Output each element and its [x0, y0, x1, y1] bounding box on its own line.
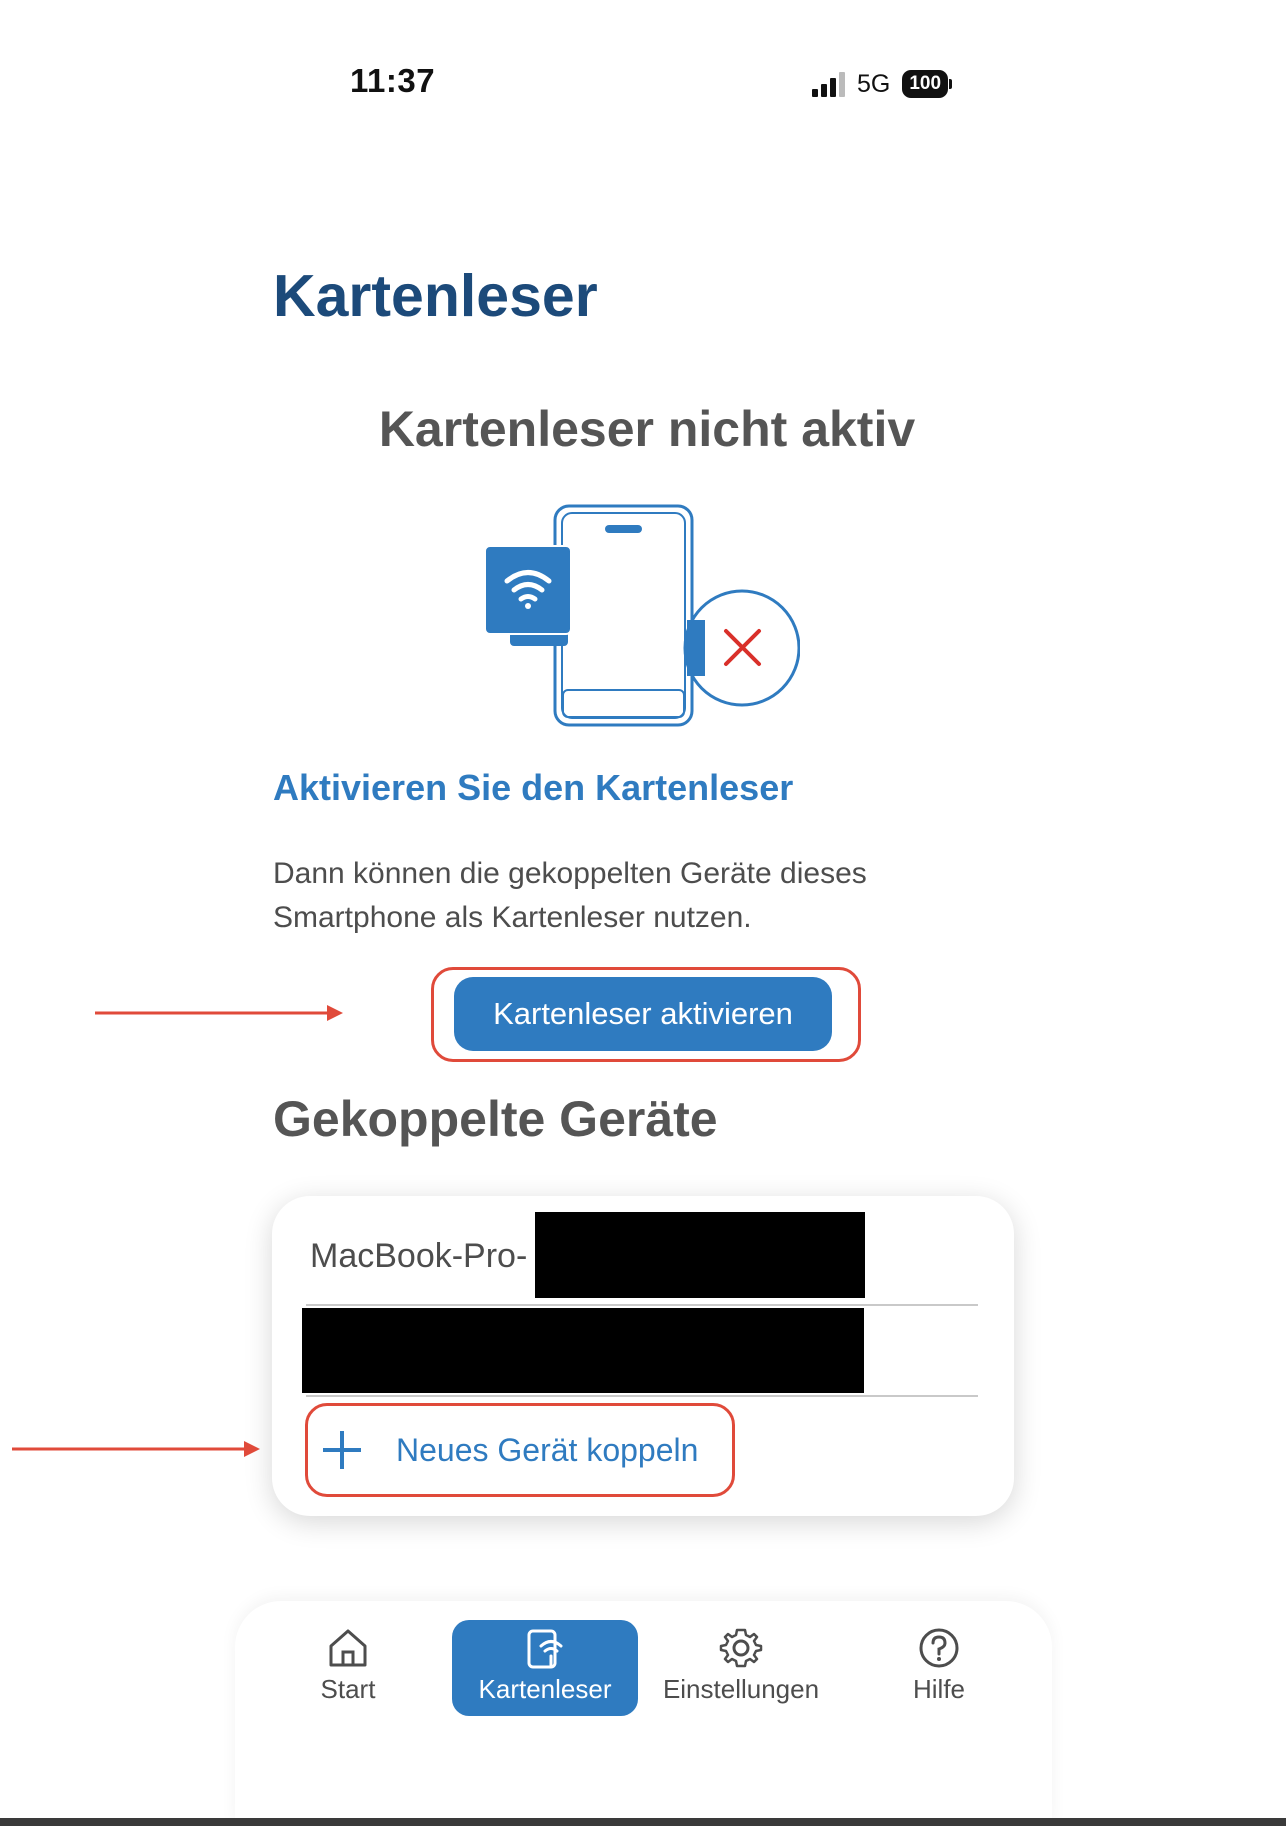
status-time: 11:37 [350, 62, 436, 99]
battery-level: 100 [902, 70, 949, 98]
network-type: 5G [857, 69, 891, 98]
signal-icon [812, 71, 845, 97]
plus-icon [323, 1431, 361, 1469]
tab-start[interactable]: Start [253, 1620, 443, 1716]
bottom-edge [0, 1818, 1286, 1826]
annotation-arrow [95, 1001, 345, 1030]
pair-new-device-button[interactable]: Neues Gerät koppeln [320, 1422, 698, 1478]
device-item[interactable]: MacBook-Pro- [310, 1237, 527, 1276]
help-icon [919, 1628, 959, 1668]
phone-nfc-card-icon [484, 504, 801, 727]
tab-hilfe[interactable]: Hilfe [844, 1620, 1034, 1716]
annotation-arrow [12, 1437, 262, 1466]
divider [306, 1395, 978, 1397]
home-icon [329, 1629, 367, 1667]
redaction-block [535, 1212, 865, 1298]
gear-icon [719, 1628, 763, 1668]
activate-heading: Aktivieren Sie den Kartenleser [273, 767, 794, 808]
divider [306, 1304, 978, 1306]
card-reader-inactive-illustration [480, 500, 801, 735]
tab-kartenleser[interactable]: Kartenleser [452, 1620, 638, 1716]
activate-description: Dann können die gekoppelten Geräte diese… [273, 857, 867, 934]
tab-label: Kartenleser [478, 1674, 612, 1704]
pair-new-device-label: Neues Gerät koppeln [396, 1431, 699, 1468]
card-reader-icon [527, 1629, 563, 1669]
status-indicators: 5G 100 [812, 68, 953, 100]
reader-state-title-text: Kartenleser nicht aktiv [378, 401, 916, 457]
tab-einstellungen[interactable]: Einstellungen [646, 1620, 836, 1716]
reader-state-title: Kartenleser nicht aktiv [0, 400, 1286, 458]
paired-devices-title: Gekoppelte Geräte [273, 1091, 718, 1147]
activate-reader-button[interactable]: Kartenleser aktivieren [454, 977, 832, 1051]
battery-icon: 100 [902, 70, 953, 98]
page-title: Kartenleser [273, 263, 598, 329]
tab-label: Start [320, 1674, 376, 1704]
tab-label: Hilfe [912, 1674, 965, 1704]
redaction-block [302, 1308, 864, 1393]
tab-label: Einstellungen [662, 1674, 820, 1704]
